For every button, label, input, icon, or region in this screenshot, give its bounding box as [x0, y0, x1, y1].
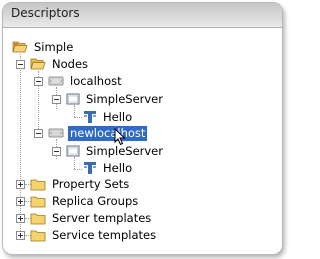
- expand-toggle[interactable]: [16, 230, 25, 240]
- tree-label: SimpleServer: [86, 91, 163, 106]
- open-folder-icon: [30, 58, 46, 70]
- tree-label: Property Sets: [52, 176, 130, 191]
- descriptors-panel: Descriptors Simple Nodes localhost Simpl…: [2, 2, 283, 255]
- tree-line: [74, 169, 82, 170]
- tree-line: [74, 117, 82, 118]
- server-icon: [66, 145, 80, 157]
- collapse-toggle[interactable]: [52, 94, 61, 104]
- tree-item-simpleserver-2[interactable]: SimpleServer: [52, 143, 165, 159]
- tree-label-selected: newlocalhost: [66, 124, 149, 142]
- tree-label: Server templates: [52, 210, 152, 225]
- collapse-toggle[interactable]: [16, 59, 25, 69]
- open-folder-icon: [12, 41, 28, 53]
- tree-label: localhost: [70, 73, 122, 88]
- tree-item-property-sets[interactable]: Property Sets: [16, 176, 131, 192]
- folder-icon: [30, 179, 46, 190]
- tree-item-simpleserver[interactable]: SimpleServer: [52, 91, 165, 107]
- expand-toggle[interactable]: [16, 196, 25, 206]
- node-host-icon: [48, 76, 64, 86]
- service-icon: [84, 111, 96, 123]
- collapse-toggle[interactable]: [52, 146, 61, 156]
- server-icon: [66, 93, 80, 105]
- tree-item-hello-2[interactable]: Hello: [83, 160, 134, 176]
- folder-icon: [30, 196, 46, 207]
- tree-item-hello[interactable]: Hello: [83, 109, 134, 125]
- folder-icon: [30, 230, 46, 241]
- tree-item-simple[interactable]: Simple: [12, 39, 75, 55]
- panel-title-bar: Descriptors: [3, 3, 282, 28]
- panel-title: Descriptors: [11, 6, 80, 20]
- descriptor-tree: Simple Nodes localhost SimpleServer Hell…: [3, 29, 282, 254]
- tree-label: Hello: [103, 109, 133, 124]
- folder-icon: [30, 213, 46, 224]
- service-icon: [84, 162, 96, 174]
- node-host-icon: [48, 128, 64, 138]
- mouse-cursor-icon: [114, 128, 126, 146]
- tree-label: Service templates: [52, 227, 157, 242]
- expand-toggle[interactable]: [16, 179, 25, 189]
- expand-toggle[interactable]: [16, 213, 25, 223]
- tree-item-newlocalhost[interactable]: newlocalhost: [34, 124, 149, 142]
- tree-item-localhost[interactable]: localhost: [34, 73, 124, 89]
- tree-item-server-templates[interactable]: Server templates: [16, 210, 153, 226]
- collapse-toggle[interactable]: [34, 76, 43, 86]
- tree-item-service-templates[interactable]: Service templates: [16, 227, 158, 243]
- tree-label: Replica Groups: [52, 193, 139, 208]
- tree-item-nodes[interactable]: Nodes: [16, 56, 90, 72]
- tree-label: Nodes: [52, 56, 89, 71]
- collapse-toggle[interactable]: [34, 128, 43, 138]
- tree-label: Simple: [34, 39, 74, 54]
- tree-item-replica-groups[interactable]: Replica Groups: [16, 193, 140, 209]
- tree-label: Hello: [103, 160, 133, 175]
